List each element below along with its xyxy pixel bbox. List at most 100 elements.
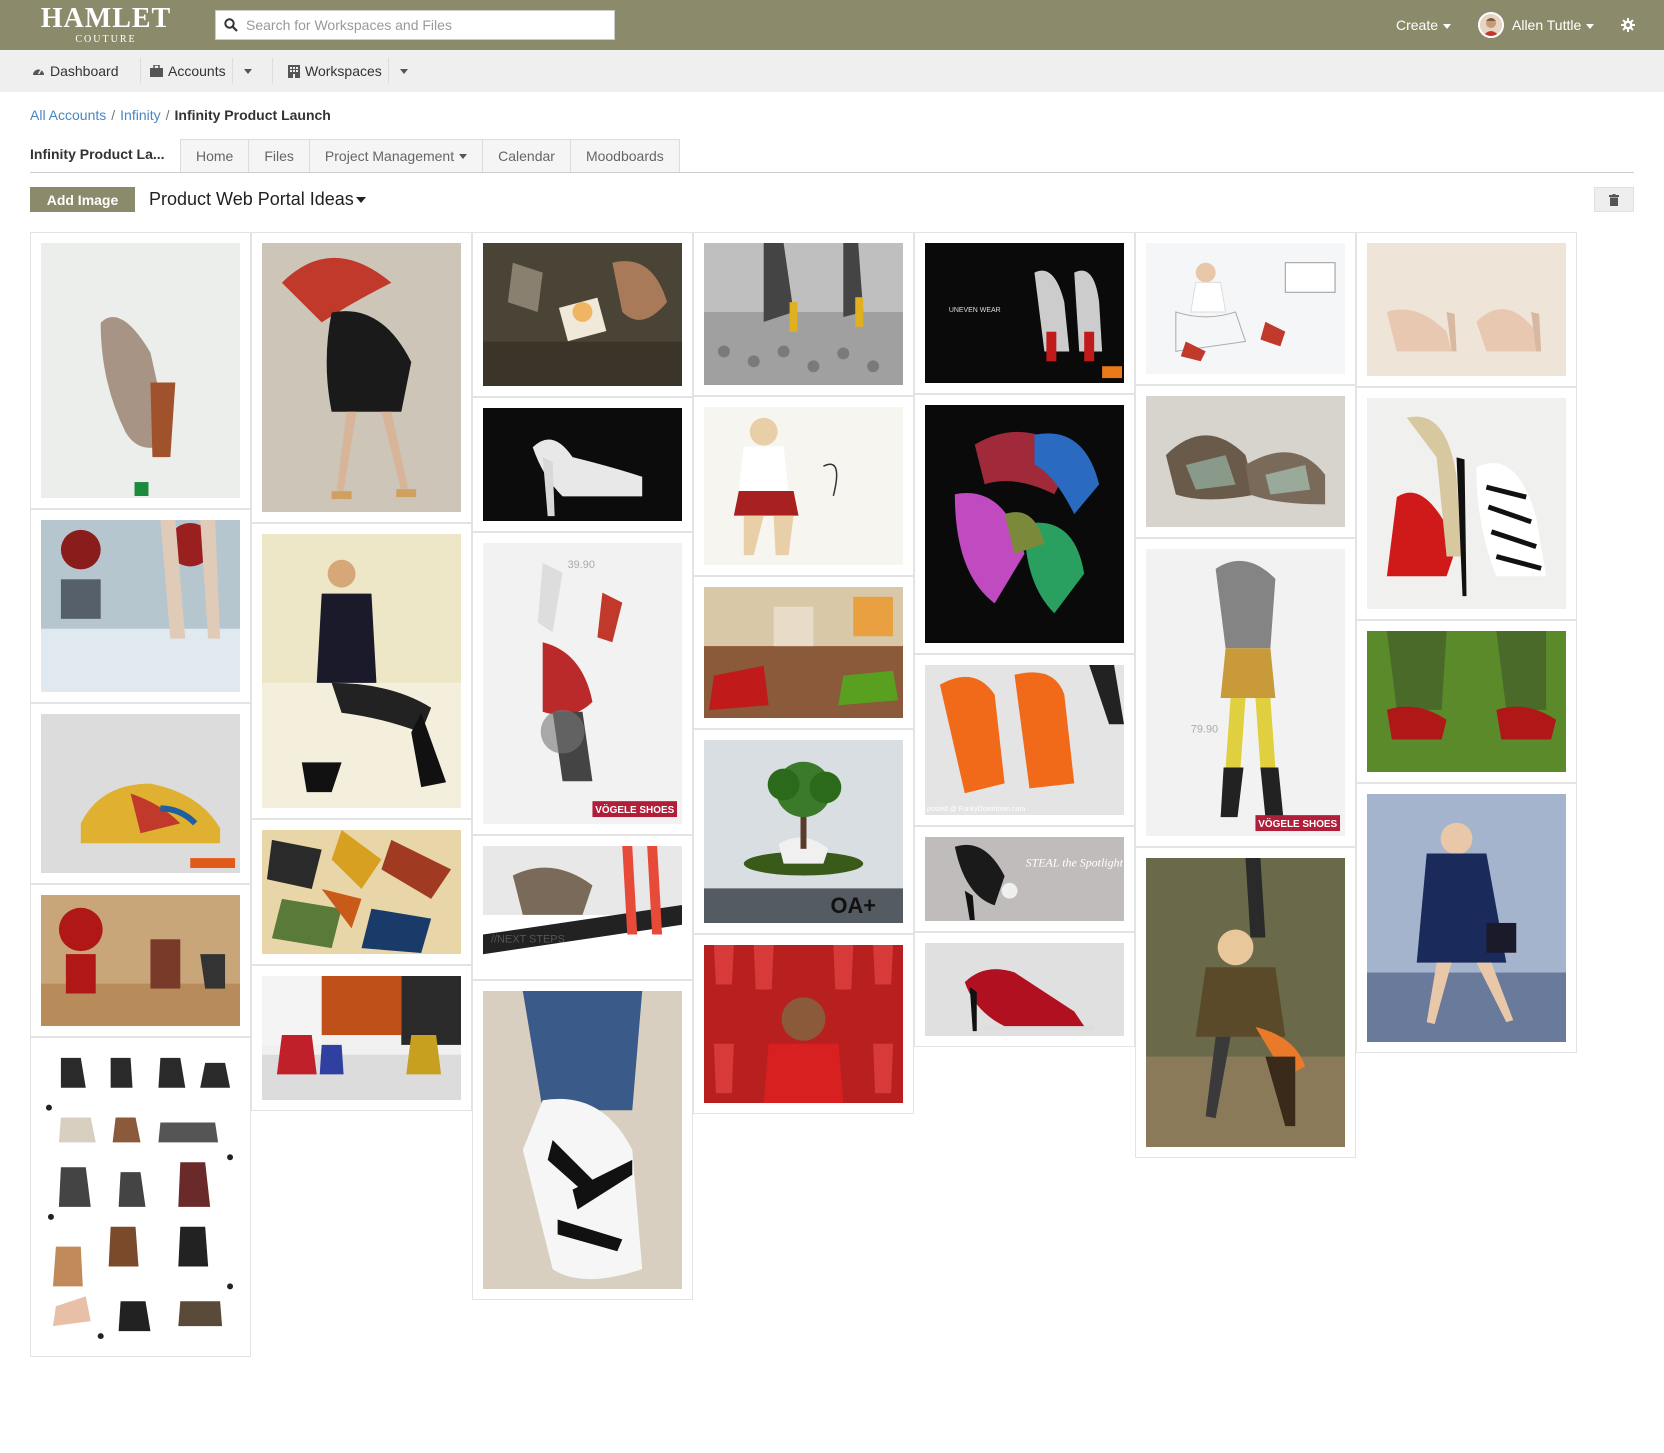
user-name: Allen Tuttle <box>1512 17 1582 33</box>
printed-shoes-image <box>262 830 461 954</box>
moodboard-image[interactable] <box>1356 387 1577 620</box>
nav-accounts-label: Accounts <box>168 63 226 79</box>
nav-divider <box>232 58 233 84</box>
accounts-dropdown-toggle[interactable] <box>244 69 252 74</box>
nav-dashboard[interactable]: Dashboard <box>32 63 119 79</box>
logo-sub: COUTURE <box>75 34 137 45</box>
nav-dashboard-label: Dashboard <box>50 63 119 79</box>
moodboard-image[interactable]: VÖGELE SHOES 79.90 <box>1135 538 1356 847</box>
moodboard-image[interactable]: VÖGELE SHOES 39.90 <box>472 532 693 835</box>
moodboard-image[interactable] <box>251 965 472 1111</box>
logo[interactable]: HAMLET COUTURE <box>36 4 176 48</box>
search-input[interactable] <box>246 11 606 39</box>
moodboard-image[interactable]: UNEVEN WEAR <box>914 232 1135 394</box>
tab-files[interactable]: Files <box>248 139 309 173</box>
oat-caption: OA+ <box>830 893 876 918</box>
moodboard-image[interactable]: posted @ FunkyDowntown.com <box>914 654 1135 826</box>
add-image-button[interactable]: Add Image <box>30 187 135 212</box>
yellow-heels-street-image <box>704 243 903 385</box>
moodboard-image[interactable] <box>30 703 251 884</box>
user-menu[interactable]: Allen Tuttle <box>1512 17 1595 33</box>
moodboard-image[interactable] <box>251 819 472 965</box>
tab-project-management[interactable]: Project Management <box>308 139 483 173</box>
briefcase-icon <box>150 65 163 77</box>
tab-calendar[interactable]: Calendar <box>482 139 570 173</box>
search-box[interactable] <box>215 10 615 40</box>
workspace-title: Infinity Product La... <box>30 146 165 162</box>
moodboard-image[interactable]: STEAL the Spotlight <box>914 826 1135 932</box>
user-avatar-icon <box>1480 14 1502 36</box>
create-label: Create <box>1396 17 1439 33</box>
trash-icon <box>1609 193 1619 206</box>
steal-caption: STEAL the Spotlight <box>1026 855 1124 869</box>
funky-caption: posted @ FunkyDowntown.com <box>927 806 1025 813</box>
tab-label: Project Management <box>324 148 455 164</box>
colorful-platforms-image <box>262 976 461 1100</box>
tab-label: Moodboards <box>585 148 664 164</box>
moodboard-image[interactable] <box>30 232 251 509</box>
nude-sandals-image <box>1367 243 1566 376</box>
moodboard-image[interactable] <box>1356 620 1577 783</box>
moodboard-image[interactable] <box>472 397 693 532</box>
moodboard-image[interactable] <box>251 523 472 819</box>
moodboard-image[interactable]: OA+ <box>693 729 914 934</box>
moodboard-image[interactable] <box>914 394 1135 654</box>
chevron-down-icon <box>1586 23 1595 29</box>
moodboard-image[interactable] <box>1135 232 1356 385</box>
workspaces-dropdown-toggle[interactable] <box>400 69 408 74</box>
moodboard-image[interactable] <box>1135 847 1356 1158</box>
moodboard-image[interactable] <box>30 1037 251 1357</box>
vogele-fashion-sketch-image: VÖGELE SHOES 79.90 <box>1146 549 1345 836</box>
moodboard-image[interactable] <box>472 232 693 397</box>
tab-home[interactable]: Home <box>180 139 249 173</box>
moodboard-image[interactable] <box>1135 385 1356 538</box>
breadcrumb: All Accounts / Infinity / Infinity Product L… <box>30 107 331 123</box>
vogele-caption: VÖGELE SHOES <box>1258 819 1337 830</box>
surreal-room-image <box>483 243 682 386</box>
moodboard-image[interactable] <box>1356 783 1577 1053</box>
tab-label: Home <box>196 148 234 164</box>
price-caption: 79.90 <box>1191 724 1218 736</box>
nav-divider <box>388 58 389 84</box>
colorful-pumps-stack-image <box>925 405 1124 643</box>
breadcrumb-separator: / <box>165 107 170 123</box>
breadcrumb-account[interactable]: Infinity <box>120 107 160 123</box>
tab-label: Calendar <box>498 148 555 164</box>
dashboard-icon <box>33 69 44 75</box>
moodboard-image[interactable]: //NEXT STEPS <box>472 835 693 980</box>
chevron-down-icon <box>355 196 366 203</box>
athlete-sketch-image <box>1146 243 1345 374</box>
nav-accounts[interactable]: Accounts <box>150 63 226 79</box>
avatar[interactable] <box>1478 12 1504 38</box>
moodboard-image[interactable] <box>30 509 251 703</box>
moodboard-image[interactable] <box>1356 232 1577 387</box>
create-menu[interactable]: Create <box>1396 17 1452 33</box>
nav-divider <box>140 58 141 84</box>
nav-workspaces[interactable]: Workspaces <box>288 63 382 79</box>
moodboard-image[interactable] <box>472 980 693 1300</box>
zebra-shoe-image <box>483 991 682 1289</box>
sequin-skirt-model-image <box>704 407 903 565</box>
red-patent-pump-image <box>925 943 1124 1036</box>
steal-spotlight-image: STEAL the Spotlight <box>925 837 1124 921</box>
tab-moodboards[interactable]: Moodboards <box>569 139 680 173</box>
moodboard-selector[interactable]: Product Web Portal Ideas <box>149 189 366 210</box>
chevron-down-icon <box>459 153 468 159</box>
dog-next-steps-image: //NEXT STEPS <box>483 846 682 969</box>
moodboard-image[interactable] <box>30 884 251 1037</box>
search-icon <box>224 18 238 32</box>
moodboard-image[interactable] <box>693 934 914 1114</box>
vogele-breakdancer-image: VÖGELE SHOES 39.90 <box>483 543 682 824</box>
moodboard-image[interactable] <box>251 232 472 523</box>
gear-icon[interactable] <box>1620 17 1636 33</box>
moodboard-image[interactable] <box>914 932 1135 1047</box>
tab-label: Files <box>264 148 294 164</box>
uneven-wear-ad-image: UNEVEN WEAR <box>925 243 1124 383</box>
moodboard-image[interactable] <box>693 396 914 576</box>
breadcrumb-all-accounts[interactable]: All Accounts <box>30 107 106 123</box>
red-sparkle-shoes-image <box>1367 631 1566 772</box>
delete-button[interactable] <box>1594 187 1634 212</box>
moodboard-image[interactable] <box>693 576 914 729</box>
moodboard-image[interactable] <box>693 232 914 396</box>
next-steps-caption: //NEXT STEPS <box>491 933 565 945</box>
